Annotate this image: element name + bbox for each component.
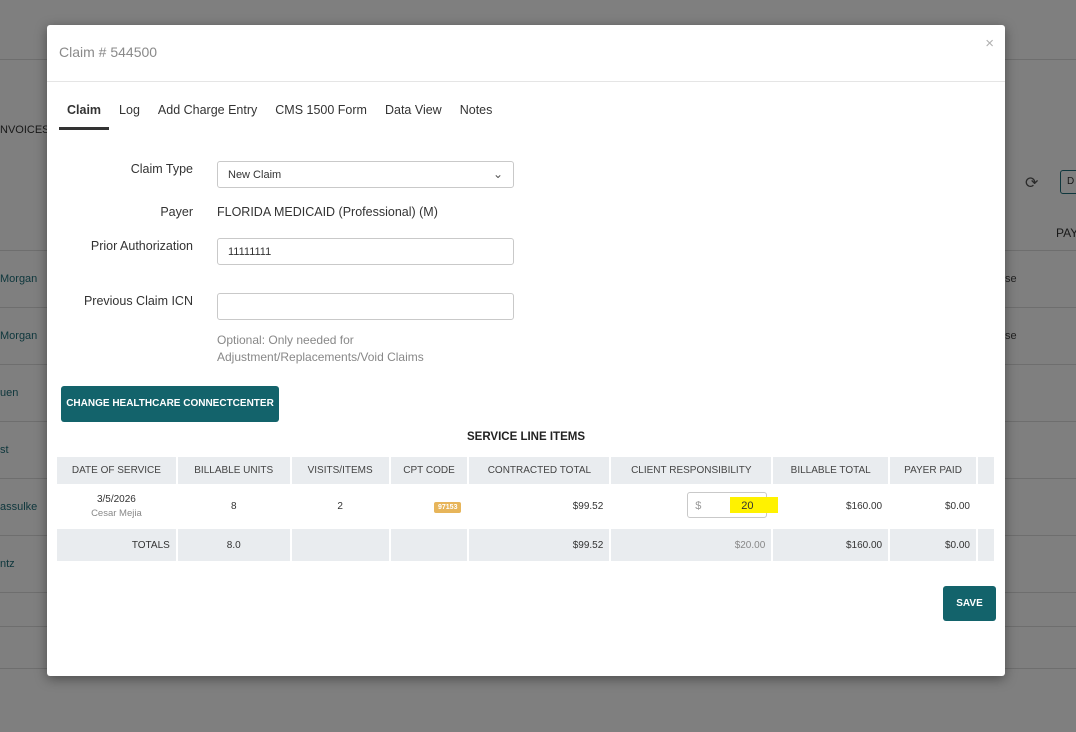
tab-data-view[interactable]: Data View (377, 95, 450, 130)
contracted-total-cell: $99.52 (468, 484, 612, 529)
modal-header: Claim # 544500 × (47, 25, 1005, 82)
column-header: BILLABLE UNITS (176, 457, 292, 484)
totals-visits (290, 529, 391, 561)
tab-claim[interactable]: Claim (59, 95, 110, 130)
column-header: BILLABLE TOTAL (772, 457, 891, 484)
totals-client-responsibility: $20.00 (610, 529, 774, 561)
highlight-mark (730, 497, 779, 513)
totals-billable: $160.00 (772, 529, 891, 561)
column-header: CLIENT RESPONSIBILITY (610, 457, 774, 484)
spacer-cell (976, 484, 997, 529)
client-responsibility-input[interactable]: $ 20 (687, 492, 779, 518)
billable-units-cell: 8 (176, 484, 292, 529)
previous-claim-icn-input[interactable] (217, 293, 514, 320)
payer-value: FLORIDA MEDICAID (Professional) (M) (217, 205, 438, 219)
table-header-row: DATE OF SERVICE BILLABLE UNITS VISITS/IT… (57, 457, 997, 484)
visits-items-cell: 2 (290, 484, 391, 529)
payer-label: Payer (160, 205, 193, 219)
totals-contracted: $99.52 (468, 529, 612, 561)
column-header: DATE OF SERVICE (57, 457, 178, 484)
help-line-1: Optional: Only needed for (217, 333, 354, 347)
table-row: 3/5/2026 Cesar Mejia 8 2 97153 $99.52 $ … (57, 484, 997, 529)
column-header: VISITS/ITEMS (290, 457, 391, 484)
prior-authorization-label: Prior Authorization (90, 239, 193, 253)
client-responsibility-cell: $ 20 (610, 484, 779, 529)
column-header: PAYER PAID (889, 457, 978, 484)
totals-cpt (389, 529, 470, 561)
tab-add-charge-entry[interactable]: Add Charge Entry (150, 95, 265, 130)
totals-payer-paid: $0.00 (889, 529, 978, 561)
change-healthcare-button[interactable]: CHANGE HEALTHCARE CONNECTCENTER (61, 386, 279, 422)
tab-cms-1500-form[interactable]: CMS 1500 Form (267, 95, 375, 130)
tab-bar: Claim Log Add Charge Entry CMS 1500 Form… (59, 95, 502, 130)
chevron-down-icon: ⌄ (492, 167, 503, 181)
date-of-service-cell: 3/5/2026 Cesar Mejia (57, 484, 178, 529)
totals-row: TOTALS 8.0 $99.52 $20.00 $160.00 $0.00 (57, 529, 997, 561)
tab-log[interactable]: Log (111, 95, 148, 130)
column-header-spacer (976, 457, 997, 484)
previous-claim-icn-label: Previous Claim ICN (83, 294, 193, 308)
totals-spacer (976, 529, 997, 561)
column-header: CONTRACTED TOTAL (468, 457, 612, 484)
claim-type-label: Claim Type (130, 162, 193, 176)
modal-title: Claim # 544500 (59, 44, 158, 60)
service-line-items-table: DATE OF SERVICE BILLABLE UNITS VISITS/IT… (57, 457, 997, 561)
tab-notes[interactable]: Notes (452, 95, 501, 130)
provider-name: Cesar Mejia (91, 508, 142, 519)
close-icon[interactable]: × (985, 35, 994, 52)
claim-type-select[interactable]: New Claim ⌄ (217, 161, 514, 188)
previous-claim-icn-help: Optional: Only needed for Adjustment/Rep… (217, 332, 477, 366)
client-responsibility-value: 20 (741, 500, 754, 512)
totals-label: TOTALS (57, 529, 178, 561)
help-line-2: Adjustment/Replacements/Void Claims (217, 350, 424, 364)
claim-type-value: New Claim (228, 169, 282, 181)
cpt-code-badge: 97153 (434, 501, 462, 513)
cpt-code-cell: 97153 (389, 484, 470, 529)
claim-modal: Claim # 544500 × Claim Log Add Charge En… (47, 25, 1005, 676)
service-date: 3/5/2026 (96, 494, 136, 505)
prior-authorization-input[interactable]: 11111111 (217, 238, 514, 265)
billable-total-cell: $160.00 (772, 484, 891, 529)
column-header: CPT CODE (389, 457, 470, 484)
section-title: SERVICE LINE ITEMS (466, 431, 585, 443)
totals-units: 8.0 (176, 529, 292, 561)
save-button[interactable]: SAVE (943, 586, 996, 621)
dollar-sign: $ (695, 500, 702, 512)
payer-paid-cell: $0.00 (889, 484, 978, 529)
